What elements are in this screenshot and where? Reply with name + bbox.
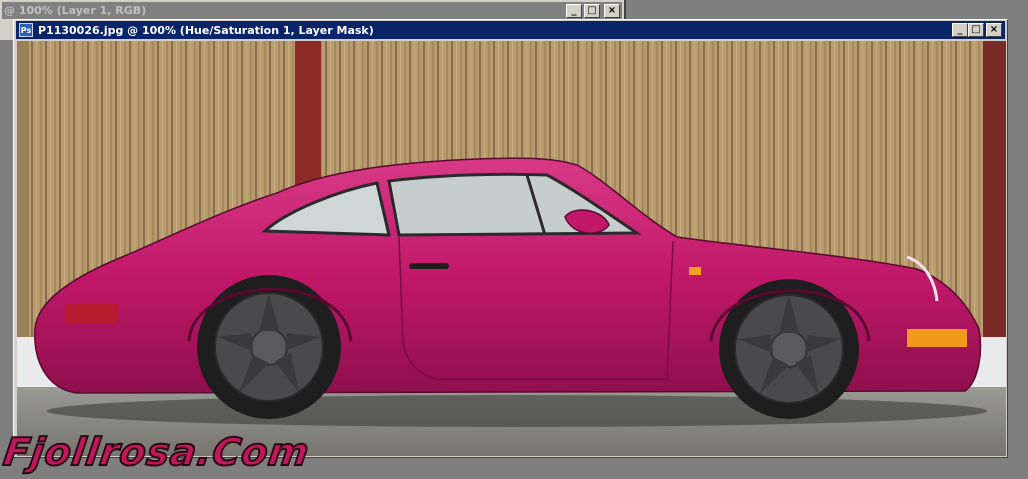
document-window[interactable]: Ps P1130026.jpg @ 100% (Hue/Saturation 1… xyxy=(13,19,1008,458)
document-title-bar[interactable]: Ps P1130026.jpg @ 100% (Hue/Saturation 1… xyxy=(16,21,1005,39)
photoshop-document-icon[interactable]: Ps xyxy=(19,23,33,37)
image-canvas[interactable] xyxy=(17,41,1006,456)
close-button[interactable]: × xyxy=(986,23,1002,37)
side-marker xyxy=(689,267,701,275)
fence-post xyxy=(295,41,321,191)
left-door-panel xyxy=(17,41,29,341)
door-handle xyxy=(409,263,449,269)
rear-light xyxy=(65,303,117,323)
rear-wheel xyxy=(197,275,341,419)
document-window-controls: _ □ × xyxy=(952,23,1002,37)
watermark-logo: Fjollrosa.Com xyxy=(0,429,313,475)
background-window-title[interactable]: @ 100% (Layer 1, RGB) xyxy=(2,2,622,19)
car-shadow xyxy=(47,395,987,427)
background-close-button[interactable]: × xyxy=(604,4,620,18)
minimize-button[interactable]: _ xyxy=(952,23,968,37)
document-title: P1130026.jpg @ 100% (Hue/Saturation 1, L… xyxy=(38,23,374,37)
background-maximize-button[interactable]: □ xyxy=(584,4,600,18)
fence-post-right xyxy=(983,41,1006,341)
front-indicator xyxy=(907,329,967,347)
background-minimize-button[interactable]: _ xyxy=(566,4,582,18)
car-photo xyxy=(17,41,1006,456)
background-window-controls: _ □ × xyxy=(566,4,620,18)
maximize-button[interactable]: □ xyxy=(968,23,984,37)
